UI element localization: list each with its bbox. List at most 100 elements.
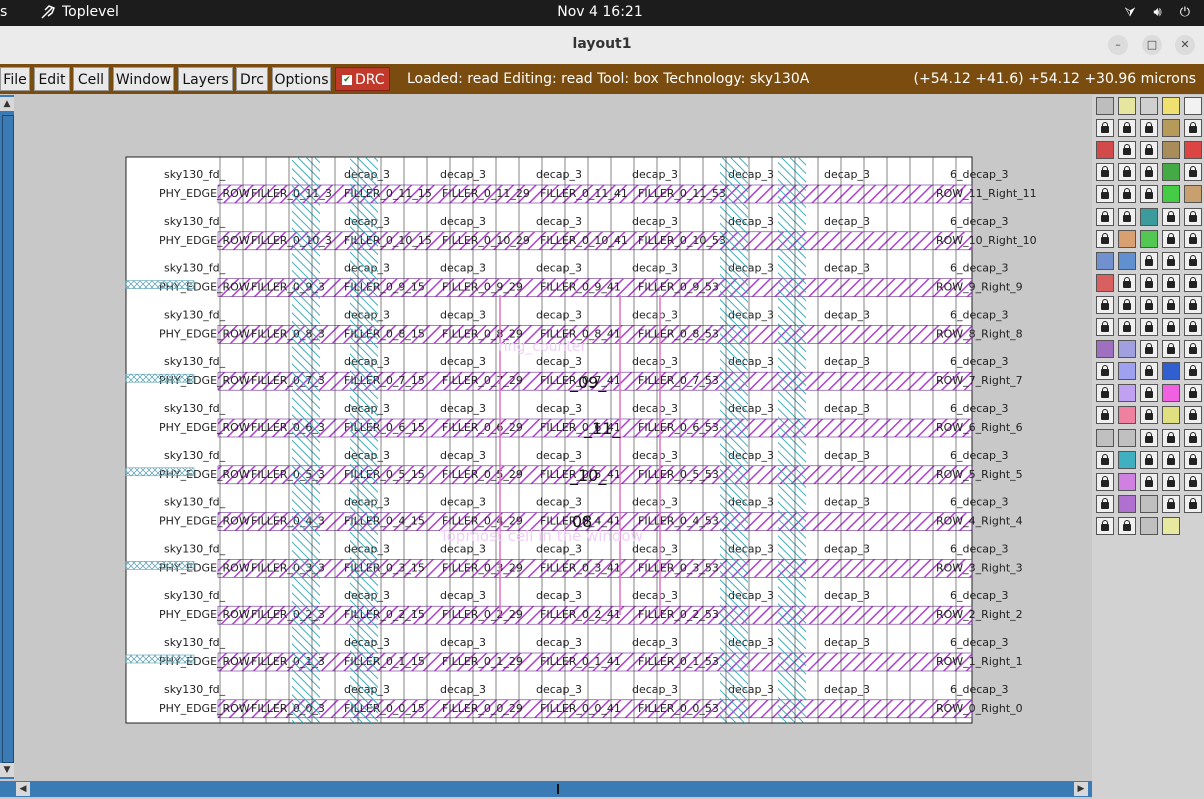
power-icon[interactable]: ⏻ (1180, 5, 1190, 20)
layer-swatch[interactable] (1118, 251, 1136, 270)
layer-swatch[interactable] (1118, 362, 1136, 381)
layer-lock-icon[interactable] (1162, 251, 1180, 270)
layer-swatch[interactable] (1140, 229, 1158, 248)
layer-lock-icon[interactable] (1184, 207, 1202, 226)
layer-swatch[interactable] (1140, 207, 1158, 226)
window-titlebar[interactable]: layout1 – □ ✕ (0, 26, 1204, 65)
layer-lock-icon[interactable] (1140, 141, 1158, 160)
layer-swatch[interactable] (1162, 185, 1180, 204)
layer-lock-icon[interactable] (1140, 362, 1158, 381)
layer-swatch[interactable] (1118, 428, 1136, 447)
layer-lock-icon[interactable] (1184, 340, 1202, 359)
horizontal-scroll-thumb[interactable] (557, 784, 559, 794)
layer-swatch[interactable] (1162, 119, 1180, 138)
scroll-down-icon[interactable]: ▼ (0, 763, 14, 777)
layer-lock-icon[interactable] (1162, 428, 1180, 447)
layer-swatch[interactable] (1096, 251, 1114, 270)
layer-lock-icon[interactable] (1096, 516, 1114, 535)
layer-lock-icon[interactable] (1184, 119, 1202, 138)
layout-canvas[interactable]: sky130_fd_ PHY_EDGE_ROW FILLER_0_11_3 FILLE… (14, 95, 1092, 781)
layer-lock-icon[interactable] (1096, 163, 1114, 182)
layer-swatch[interactable] (1184, 185, 1202, 204)
layer-lock-icon[interactable] (1118, 207, 1136, 226)
layer-lock-icon[interactable] (1118, 119, 1136, 138)
layer-lock-icon[interactable] (1162, 273, 1180, 292)
layer-lock-icon[interactable] (1118, 163, 1136, 182)
menu-drc[interactable]: Drc (236, 67, 268, 91)
scroll-right-icon[interactable]: ▶ (1074, 782, 1088, 796)
layer-lock-icon[interactable] (1184, 318, 1202, 336)
vertical-scrollbar[interactable]: ▲ ▼ (0, 95, 14, 779)
layer-lock-icon[interactable] (1140, 406, 1158, 425)
layer-lock-icon[interactable] (1140, 251, 1158, 270)
app-menu[interactable]: Toplevel (40, 4, 119, 20)
layer-lock-icon[interactable] (1184, 251, 1202, 270)
layer-lock-icon[interactable] (1096, 207, 1114, 226)
layer-lock-icon[interactable] (1096, 229, 1114, 248)
layer-swatch[interactable] (1162, 141, 1180, 160)
layer-swatch[interactable] (1118, 229, 1136, 248)
layer-swatch[interactable] (1162, 516, 1180, 535)
layout-view[interactable]: sky130_fd_PHY_EDGE_ROW FILLER_0_11_3 FILLE… (14, 95, 1092, 781)
layer-swatch[interactable] (1184, 97, 1202, 115)
layer-lock-icon[interactable] (1118, 295, 1136, 314)
layer-swatch[interactable] (1118, 494, 1136, 513)
layer-lock-icon[interactable] (1140, 185, 1158, 204)
layer-lock-icon[interactable] (1118, 185, 1136, 204)
layer-swatch[interactable] (1184, 141, 1202, 160)
layer-lock-icon[interactable] (1096, 494, 1114, 513)
layer-swatch[interactable] (1140, 494, 1158, 513)
menu-cell[interactable]: Cell (73, 67, 109, 91)
layer-lock-icon[interactable] (1184, 163, 1202, 182)
menu-file[interactable]: File (0, 67, 30, 91)
layer-lock-icon[interactable] (1140, 273, 1158, 292)
layer-lock-icon[interactable] (1118, 318, 1136, 336)
drc-toggle[interactable]: ✔ DRC (335, 67, 390, 91)
layer-lock-icon[interactable] (1184, 229, 1202, 248)
menu-options[interactable]: Options (272, 67, 331, 91)
layer-lock-icon[interactable] (1184, 494, 1202, 513)
layer-lock-icon[interactable] (1096, 295, 1114, 314)
system-tray[interactable]: ⮛ 🔊︎ ⏻ (1124, 5, 1190, 20)
layer-swatch[interactable] (1162, 406, 1180, 425)
minimize-button[interactable]: – (1108, 35, 1128, 55)
layer-lock-icon[interactable] (1162, 472, 1180, 491)
layer-lock-icon[interactable] (1140, 450, 1158, 469)
layer-swatch[interactable] (1118, 97, 1136, 115)
layer-swatch[interactable] (1118, 472, 1136, 491)
layer-swatch[interactable] (1096, 340, 1114, 359)
layer-lock-icon[interactable] (1162, 229, 1180, 248)
layer-lock-icon[interactable] (1184, 472, 1202, 491)
layer-swatch[interactable] (1162, 384, 1180, 403)
layer-swatch[interactable] (1162, 97, 1180, 115)
layer-lock-icon[interactable] (1140, 295, 1158, 314)
layer-lock-icon[interactable] (1184, 273, 1202, 292)
layer-lock-icon[interactable] (1118, 273, 1136, 292)
layer-lock-icon[interactable] (1184, 450, 1202, 469)
layer-lock-icon[interactable] (1118, 516, 1136, 535)
layer-lock-icon[interactable] (1140, 428, 1158, 447)
layer-swatch[interactable] (1118, 384, 1136, 403)
layer-lock-icon[interactable] (1118, 141, 1136, 160)
layer-lock-icon[interactable] (1096, 119, 1114, 138)
layer-lock-icon[interactable] (1140, 340, 1158, 359)
layer-lock-icon[interactable] (1184, 362, 1202, 381)
layer-swatch[interactable] (1096, 141, 1114, 160)
layer-lock-icon[interactable] (1096, 185, 1114, 204)
network-icon[interactable]: ⮛ (1124, 5, 1135, 20)
layer-swatch[interactable] (1140, 516, 1158, 535)
layer-swatch[interactable] (1096, 428, 1114, 447)
layer-lock-icon[interactable] (1184, 428, 1202, 447)
layer-lock-icon[interactable] (1096, 472, 1114, 491)
layer-swatch[interactable] (1096, 97, 1114, 115)
layer-lock-icon[interactable] (1162, 450, 1180, 469)
horizontal-scrollbar[interactable]: ◀ ▶ (0, 781, 1092, 797)
layer-swatch[interactable] (1118, 450, 1136, 469)
clock[interactable]: Nov 4 16:21 (540, 4, 660, 20)
maximize-button[interactable]: □ (1142, 35, 1162, 55)
layer-lock-icon[interactable] (1140, 119, 1158, 138)
layer-lock-icon[interactable] (1162, 340, 1180, 359)
layer-lock-icon[interactable] (1140, 384, 1158, 403)
layer-swatch[interactable] (1118, 340, 1136, 359)
layer-lock-icon[interactable] (1162, 207, 1180, 226)
